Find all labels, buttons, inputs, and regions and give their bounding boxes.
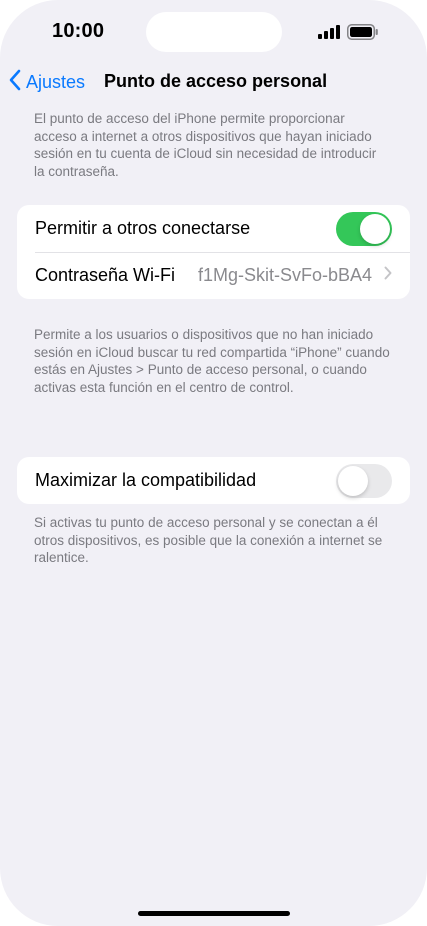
home-indicator[interactable]: [138, 911, 290, 916]
navigation-bar: Ajustes Punto de acceso personal: [0, 64, 427, 102]
intro-description: El punto de acceso del iPhone permite pr…: [34, 111, 377, 179]
allow-others-label: Permitir a otros conectarse: [35, 218, 251, 238]
signal-icon: [318, 25, 342, 44]
chevron-right-icon: [384, 266, 392, 285]
maximize-compatibility-toggle[interactable]: [336, 463, 392, 498]
wifi-password-label: Contraseña Wi-Fi: [35, 265, 176, 285]
page-title: Punto de acceso personal: [104, 71, 328, 91]
back-button[interactable]: Ajustes: [8, 69, 85, 96]
toggle-knob: [338, 465, 368, 496]
allow-others-toggle[interactable]: [336, 211, 392, 246]
compatibility-description: Si activas tu punto de acceso personal y…: [34, 515, 383, 565]
back-label: Ajustes: [26, 72, 86, 92]
status-time: 10:00: [52, 20, 105, 42]
hotspot-settings-group: Permitir a otros conectarse Contraseña W…: [17, 205, 410, 299]
battery-icon: [347, 24, 379, 45]
network-sharing-description: Permite a los usuarios o dispositivos qu…: [34, 327, 390, 395]
wifi-password-value: f1Mg-Skit-SvFo-bBA4: [197, 265, 372, 285]
wifi-password-row[interactable]: Contraseña Wi-Fi f1Mg-Skit-SvFo-bBA4: [17, 252, 410, 299]
maximize-compatibility-label: Maximizar la compatibilidad: [35, 470, 257, 490]
allow-others-row: Permitir a otros conectarse: [17, 205, 410, 252]
toggle-knob: [360, 213, 390, 244]
compatibility-group: Maximizar la compatibilidad: [17, 457, 410, 504]
status-bar: 10:00: [0, 0, 427, 64]
phone-screen: 10:00 Ajustes Punto de acceso personal E…: [0, 0, 427, 926]
dynamic-island: [146, 12, 282, 52]
maximize-compatibility-row: Maximizar la compatibilidad: [17, 457, 410, 504]
chevron-left-icon: [8, 69, 22, 96]
